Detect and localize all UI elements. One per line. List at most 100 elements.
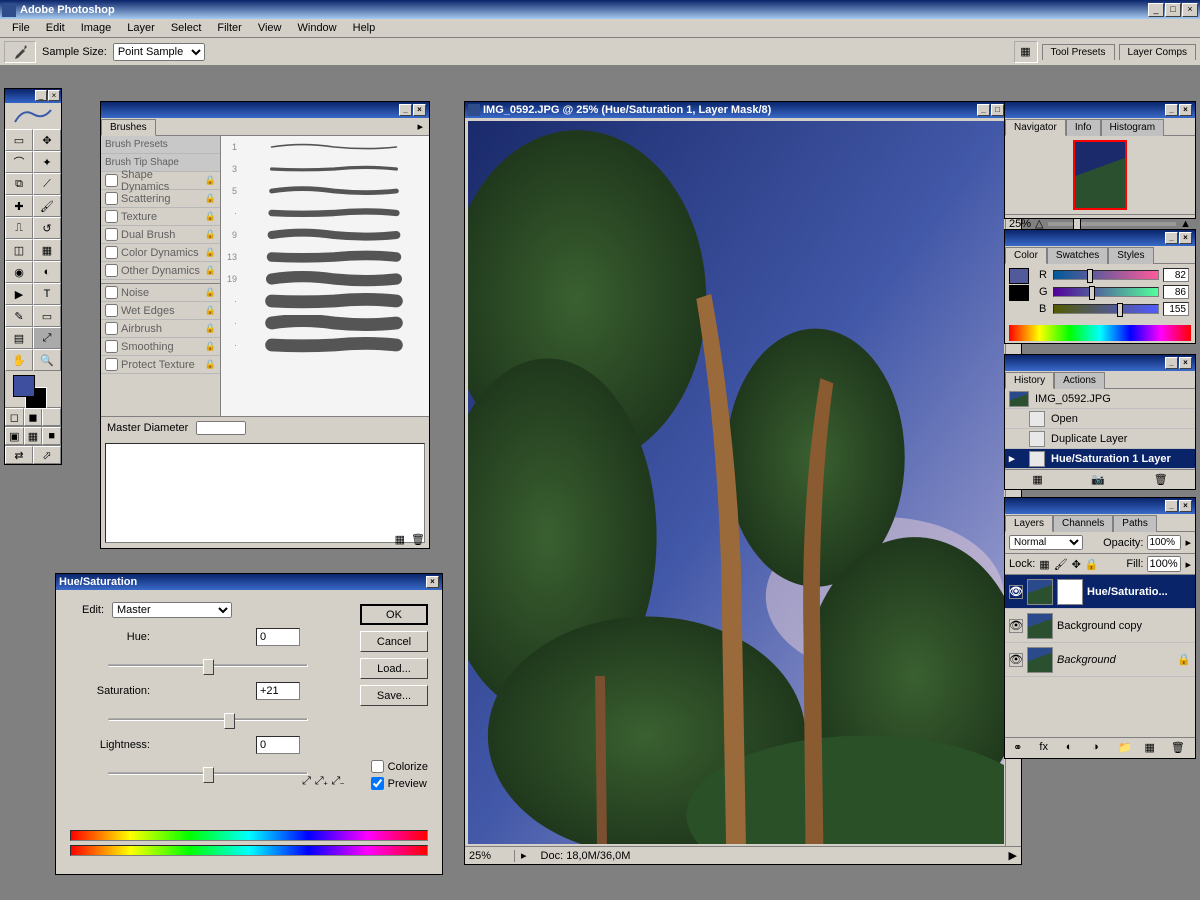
doc-min-button[interactable]: _ (977, 104, 990, 116)
menu-window[interactable]: Window (290, 20, 345, 36)
huesat-close-button[interactable]: × (426, 576, 439, 588)
doc-zoom[interactable]: 25% (465, 850, 515, 862)
new-brush-icon[interactable]: ▦ (395, 533, 405, 546)
mode-quickmask-icon[interactable]: ◼ (24, 408, 43, 426)
sample-size-select[interactable]: Point Sample (113, 43, 205, 61)
tool-notes[interactable]: ▤ (5, 327, 33, 349)
layer-item[interactable]: 👁 Background 🔒 (1005, 643, 1195, 677)
brushes-close-button[interactable]: × (413, 104, 426, 116)
delete-brush-icon[interactable]: 🗑 (411, 533, 425, 546)
tool-crop[interactable]: ⧉ (5, 173, 33, 195)
brush-opt-noise[interactable]: Noise🔒 (101, 284, 220, 302)
tab-layers[interactable]: Layers (1005, 515, 1053, 532)
fill-arrow-icon[interactable]: ▸ (1185, 558, 1191, 571)
layer-mask-icon[interactable]: ◐ (1066, 741, 1082, 755)
colorize-checkbox[interactable]: Colorize (371, 760, 428, 773)
tool-blur[interactable]: ◉ (5, 261, 33, 283)
tool-wand[interactable]: ✦ (33, 151, 61, 173)
sat-input[interactable] (256, 682, 300, 700)
layer-thumbnail[interactable] (1027, 579, 1053, 605)
brushes-menu-icon[interactable]: ▸ (411, 118, 429, 135)
brush-preset-row[interactable]: · (221, 312, 429, 334)
brush-stroke-list[interactable]: 135·91319··· (221, 136, 429, 416)
tool-type[interactable]: T (33, 283, 61, 305)
jump-to-imageready-icon[interactable]: ⇄ (5, 446, 33, 464)
tool-eraser[interactable]: ◫ (5, 239, 33, 261)
tab-swatches[interactable]: Swatches (1047, 247, 1108, 264)
tool-marquee[interactable]: ▭ (5, 129, 33, 151)
tool-dodge[interactable]: ◐ (33, 261, 61, 283)
r-input[interactable] (1163, 268, 1189, 282)
tab-navigator[interactable]: Navigator (1005, 119, 1066, 136)
layer-fx-icon[interactable]: fx (1039, 741, 1055, 755)
eyedropper-plus-icon[interactable]: ⤢₊ (315, 775, 328, 788)
layer-adjust-icon[interactable]: ◑ (1092, 741, 1108, 755)
hist-new-doc-icon[interactable]: ▦ (1032, 473, 1042, 486)
lock-move-icon[interactable]: ✥ (1072, 558, 1081, 571)
tool-history-brush[interactable]: ↺ (33, 217, 61, 239)
tool-lasso[interactable]: ⌒ (5, 151, 33, 173)
toolbox-min-button[interactable]: _ (35, 90, 47, 101)
tab-brushes[interactable]: Brushes (101, 119, 156, 136)
edit-select[interactable]: Master (112, 602, 232, 618)
cancel-button[interactable]: Cancel (360, 631, 428, 652)
tab-paths[interactable]: Paths (1113, 515, 1157, 532)
brush-opt-other-dynamics[interactable]: Other Dynamics🔒 (101, 262, 220, 280)
menu-select[interactable]: Select (163, 20, 210, 36)
save-button[interactable]: Save... (360, 685, 428, 706)
zoom-in-icon[interactable]: ▲ (1180, 218, 1191, 230)
color-min-button[interactable]: _ (1165, 232, 1178, 244)
visibility-icon[interactable]: 👁 (1009, 619, 1023, 633)
screen-fullmenu-icon[interactable]: ▦ (24, 427, 43, 445)
brush-opt-smoothing[interactable]: Smoothing🔒 (101, 338, 220, 356)
layer-thumbnail[interactable] (1027, 613, 1053, 639)
tab-info[interactable]: Info (1066, 119, 1101, 136)
hue-slider[interactable] (108, 656, 308, 676)
tool-eyedropper[interactable]: ⤢ (33, 327, 61, 349)
menu-edit[interactable]: Edit (38, 20, 73, 36)
g-slider[interactable] (1053, 287, 1159, 297)
layer-item[interactable]: 👁 Background copy (1005, 609, 1195, 643)
navigator-thumbnail[interactable] (1073, 140, 1127, 210)
brush-opt-dual-brush[interactable]: Dual Brush🔒 (101, 226, 220, 244)
color-spectrum[interactable] (1009, 325, 1191, 341)
eyedropper-icon[interactable]: ⤢ (302, 775, 311, 788)
layer-link-icon[interactable]: ⚭ (1013, 741, 1029, 755)
brush-preset-row[interactable]: 5 (221, 180, 429, 202)
brush-preset-row[interactable]: 9 (221, 224, 429, 246)
brush-preset-row[interactable]: · (221, 334, 429, 356)
fill-input[interactable] (1147, 556, 1181, 572)
opacity-arrow-icon[interactable]: ▸ (1185, 536, 1191, 549)
layer-name[interactable]: Background (1057, 654, 1116, 666)
brush-preset-row[interactable]: 13 (221, 246, 429, 268)
brush-opt-wet-edges[interactable]: Wet Edges🔒 (101, 302, 220, 320)
maximize-button[interactable]: □ (1165, 3, 1181, 17)
master-diameter-input[interactable] (196, 421, 246, 435)
tab-channels[interactable]: Channels (1053, 515, 1113, 532)
tool-hand[interactable]: ✋ (5, 349, 33, 371)
doc-max-button[interactable]: □ (991, 104, 1004, 116)
tab-history[interactable]: History (1005, 372, 1054, 389)
nav-min-button[interactable]: _ (1165, 104, 1178, 116)
brush-opt-color-dynamics[interactable]: Color Dynamics🔒 (101, 244, 220, 262)
nav-close-button[interactable]: × (1179, 104, 1192, 116)
tool-slice[interactable]: ⟋ (33, 173, 61, 195)
doc-status-arrow-icon[interactable]: ▶ (1005, 849, 1021, 862)
toolbox-close-button[interactable]: × (48, 90, 60, 101)
eyedropper-minus-icon[interactable]: ⤢₋ (331, 775, 344, 788)
history-item-open[interactable]: Open (1005, 409, 1195, 429)
menu-help[interactable]: Help (345, 20, 384, 36)
lay-min-button[interactable]: _ (1165, 500, 1178, 512)
tool-stamp[interactable]: ⎍ (5, 217, 33, 239)
tool-zoom[interactable]: 🔍 (33, 349, 61, 371)
history-item-huesat[interactable]: ▸Hue/Saturation 1 Layer (1005, 449, 1195, 469)
tool-brush[interactable]: 🖌 (33, 195, 61, 217)
nav-zoom-slider[interactable] (1048, 222, 1177, 226)
hue-input[interactable] (256, 628, 300, 646)
screen-standard-icon[interactable]: ▣ (5, 427, 24, 445)
menu-view[interactable]: View (250, 20, 290, 36)
hist-min-button[interactable]: _ (1165, 357, 1178, 369)
blend-mode-select[interactable]: Normal (1009, 535, 1083, 550)
color-bg-swatch[interactable] (1009, 285, 1029, 301)
screen-full-icon[interactable]: ■ (42, 427, 61, 445)
